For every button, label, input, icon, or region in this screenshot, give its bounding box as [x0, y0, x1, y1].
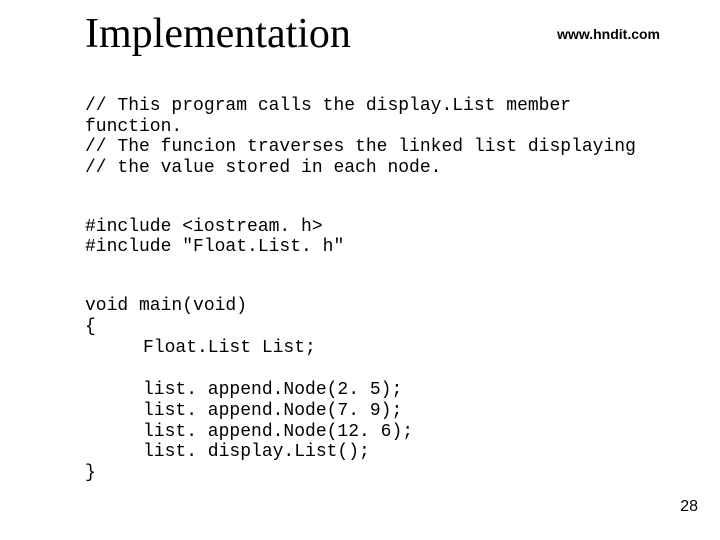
slide-title: Implementation	[85, 10, 351, 58]
code-line: list. display.List();	[143, 442, 710, 463]
code-line: list. append.Node(12. 6);	[143, 422, 710, 443]
main-body-block: list. append.Node(2. 5); list. append.No…	[0, 380, 720, 483]
code-line: function.	[85, 117, 710, 138]
site-url: www.hndit.com	[557, 26, 660, 42]
code-line: list. append.Node(7. 9);	[143, 401, 710, 422]
code-line: }	[85, 463, 710, 484]
code-line: // The funcion traverses the linked list…	[85, 137, 710, 158]
include-block: #include <iostream. h> #include "Float.L…	[0, 217, 720, 258]
code-line: #include <iostream. h>	[85, 217, 710, 238]
code-line: void main(void)	[85, 296, 710, 317]
main-decl-block: void main(void) { Float.List List;	[0, 296, 720, 358]
code-line: list. append.Node(2. 5);	[143, 380, 710, 401]
slide: Implementation www.hndit.com // This pro…	[0, 0, 720, 484]
code-line: Float.List List;	[143, 338, 710, 359]
code-line: {	[85, 317, 710, 338]
comment-block: // This program calls the display.List m…	[0, 96, 720, 179]
page-number: 28	[680, 498, 698, 516]
code-line: #include "Float.List. h"	[85, 237, 710, 258]
header-row: Implementation www.hndit.com	[0, 10, 720, 58]
code-line: // This program calls the display.List m…	[85, 96, 710, 117]
code-line: // the value stored in each node.	[85, 158, 710, 179]
